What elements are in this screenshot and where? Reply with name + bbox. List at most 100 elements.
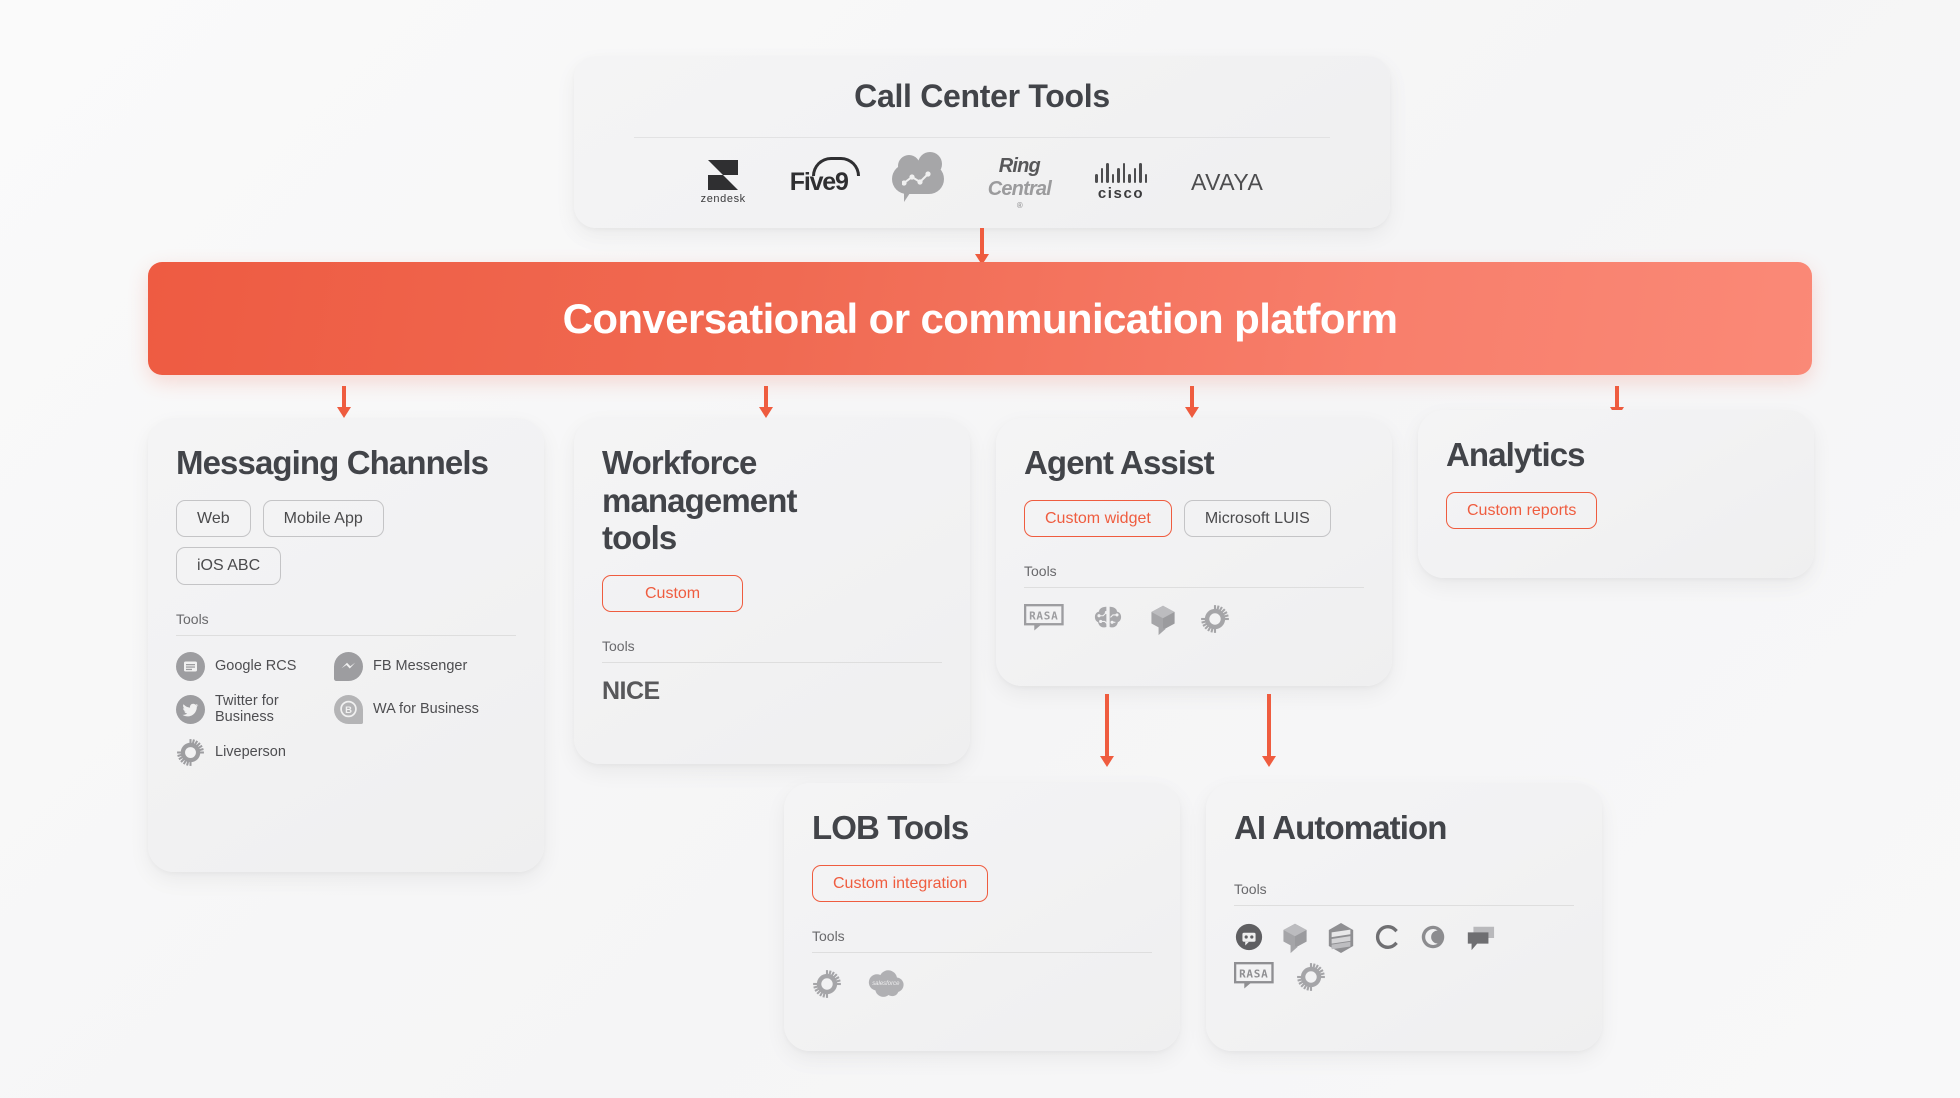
lob-chip-row: Custom integration bbox=[812, 864, 1152, 903]
tool-label: Liveperson bbox=[215, 744, 286, 761]
fb-messenger-icon bbox=[334, 651, 363, 681]
ai-brain-icon[interactable] bbox=[1090, 604, 1126, 634]
chip-web[interactable]: Web bbox=[176, 499, 251, 538]
divider bbox=[1234, 904, 1574, 906]
svg-text:B: B bbox=[345, 705, 352, 716]
ringcentral-wordmark-light: Central bbox=[987, 177, 1052, 200]
whatsapp-business-icon: B bbox=[334, 694, 363, 724]
liveperson-gear-icon bbox=[176, 738, 205, 767]
tool-liveperson[interactable]: Liveperson bbox=[176, 738, 312, 767]
gear-icon[interactable] bbox=[812, 969, 842, 999]
chip-microsoft-luis[interactable]: Microsoft LUIS bbox=[1183, 499, 1331, 538]
chip-custom[interactable]: Custom bbox=[602, 574, 744, 613]
agent-assist-chip-row: Custom widget Microsoft LUIS bbox=[1024, 499, 1364, 538]
agent-assist-icon-row: RASA bbox=[1023, 604, 1364, 636]
chip-custom-reports[interactable]: Custom reports bbox=[1446, 491, 1598, 530]
zendesk-icon bbox=[708, 159, 739, 190]
lob-tools-title: LOB Tools bbox=[812, 809, 969, 846]
chip-custom-widget[interactable]: Custom widget bbox=[1024, 499, 1172, 538]
twitter-icon bbox=[176, 694, 205, 724]
tool-label: Twitter for Business bbox=[215, 692, 279, 726]
workforce-chip-row: Custom bbox=[602, 574, 942, 613]
cisco-wordmark: cisco bbox=[1097, 184, 1145, 202]
chat-bubbles-icon[interactable] bbox=[1464, 922, 1496, 952]
workforce-tools-label: Tools bbox=[602, 638, 635, 655]
call-center-tools-title: Call Center Tools bbox=[854, 78, 1110, 114]
chip-mobile-app[interactable]: Mobile App bbox=[262, 499, 384, 538]
messaging-chip-row: Web Mobile App bbox=[176, 499, 516, 538]
ai-automation-icon-row bbox=[1234, 922, 1574, 953]
letter-c-icon[interactable] bbox=[1372, 922, 1402, 952]
five9-logo: Five9 bbox=[789, 156, 860, 197]
platform-banner: Conversational or communication platform bbox=[148, 262, 1812, 375]
bot-circle-icon[interactable] bbox=[1234, 922, 1264, 952]
ai-automation-icon-row-2: RASA bbox=[1233, 961, 1574, 992]
tool-google-rcs[interactable]: Google RCS bbox=[176, 651, 312, 681]
ai-automation-tools-label: Tools bbox=[1234, 880, 1267, 897]
tool-fb-messenger[interactable]: FB Messenger bbox=[334, 651, 516, 681]
ai-automation-card: AI Automation Tools RASA bbox=[1206, 783, 1602, 1051]
cube-chat-icon[interactable] bbox=[1280, 922, 1310, 953]
nice-logo: NICE bbox=[602, 677, 660, 706]
cube-chat-icon[interactable] bbox=[1148, 604, 1178, 636]
ai-automation-title: AI Automation bbox=[1234, 809, 1447, 846]
messaging-tools-grid: Google RCS FB Messenger Twitter for Busi… bbox=[176, 651, 516, 767]
tool-wa-for-business[interactable]: B WA for Business bbox=[334, 693, 516, 726]
diagram-canvas: Call Center Tools zendesk Five9 Ring Cen… bbox=[0, 0, 1960, 1098]
agent-assist-title: Agent Assist bbox=[1024, 444, 1215, 481]
ringcentral-wordmark-dark: Ring bbox=[998, 154, 1041, 177]
svg-text:RASA: RASA bbox=[1029, 610, 1058, 623]
divider bbox=[602, 662, 942, 664]
tool-label: WA for Business bbox=[373, 701, 479, 718]
workforce-management-title: Workforce management tools bbox=[602, 444, 797, 557]
gear-icon[interactable] bbox=[1200, 604, 1230, 634]
cisco-logo: cisco bbox=[1095, 162, 1148, 202]
hex-stack-icon[interactable] bbox=[1326, 922, 1356, 953]
talkdesk-icon bbox=[891, 152, 944, 204]
messaging-channels-card: Messaging Channels Web Mobile App iOS AB… bbox=[148, 418, 544, 872]
salesforce-icon[interactable]: salesforce bbox=[864, 969, 906, 999]
moon-circle-icon[interactable] bbox=[1418, 922, 1448, 952]
divider bbox=[176, 634, 516, 636]
workforce-management-card: Workforce management tools Custom Tools … bbox=[574, 418, 970, 764]
gear-icon[interactable] bbox=[1296, 962, 1326, 992]
svg-text:salesforce: salesforce bbox=[872, 981, 900, 987]
messaging-channels-title: Messaging Channels bbox=[176, 444, 489, 481]
ringcentral-logo: Ring Central ® bbox=[987, 154, 1052, 210]
arrow-platform-to-workforce bbox=[759, 386, 773, 418]
agent-assist-card: Agent Assist Custom widget Microsoft LUI… bbox=[996, 418, 1392, 686]
lob-tools-card: LOB Tools Custom integration Tools sales… bbox=[784, 783, 1180, 1051]
analytics-chip-row: Custom reports bbox=[1446, 491, 1786, 530]
divider bbox=[634, 137, 1330, 138]
platform-banner-title: Conversational or communication platform bbox=[562, 294, 1398, 342]
lob-tools-label: Tools bbox=[812, 928, 845, 945]
arrow-agentassist-to-aiautomation bbox=[1262, 694, 1276, 767]
messaging-chip-row-2: iOS ABC bbox=[176, 547, 516, 585]
analytics-title: Analytics bbox=[1446, 436, 1586, 473]
divider bbox=[1024, 587, 1364, 589]
call-center-logo-row: zendesk Five9 Ring Central ® cisco AVAYA bbox=[574, 152, 1390, 210]
five9-wordmark: Five9 bbox=[789, 156, 860, 196]
svg-text:RASA: RASA bbox=[1239, 967, 1268, 980]
messaging-tools-label: Tools bbox=[176, 610, 209, 627]
registered-mark: ® bbox=[1016, 200, 1023, 210]
lob-icon-row: salesforce bbox=[812, 969, 1152, 999]
tool-label: Google RCS bbox=[215, 657, 297, 674]
tool-label: FB Messenger bbox=[373, 657, 468, 674]
chip-ios-abc[interactable]: iOS ABC bbox=[176, 547, 282, 585]
call-center-tools-card: Call Center Tools zendesk Five9 Ring Cen… bbox=[574, 56, 1390, 228]
google-rcs-icon bbox=[176, 651, 205, 681]
zendesk-logo: zendesk bbox=[700, 159, 746, 205]
arrow-platform-to-messaging bbox=[337, 386, 351, 418]
avaya-logo: AVAYA bbox=[1191, 168, 1264, 195]
analytics-card: Analytics Custom reports bbox=[1418, 410, 1814, 578]
rasa-icon[interactable]: RASA bbox=[1233, 961, 1278, 992]
agent-assist-tools-label: Tools bbox=[1024, 563, 1057, 580]
arrow-platform-to-agentassist bbox=[1185, 386, 1199, 418]
zendesk-wordmark: zendesk bbox=[700, 192, 746, 205]
arrow-callcenter-to-platform bbox=[975, 228, 989, 265]
arrow-agentassist-to-lob bbox=[1100, 694, 1114, 767]
tool-twitter-for-business[interactable]: Twitter for Business bbox=[176, 693, 312, 726]
rasa-icon[interactable]: RASA bbox=[1023, 604, 1068, 634]
chip-custom-integration[interactable]: Custom integration bbox=[812, 864, 989, 903]
